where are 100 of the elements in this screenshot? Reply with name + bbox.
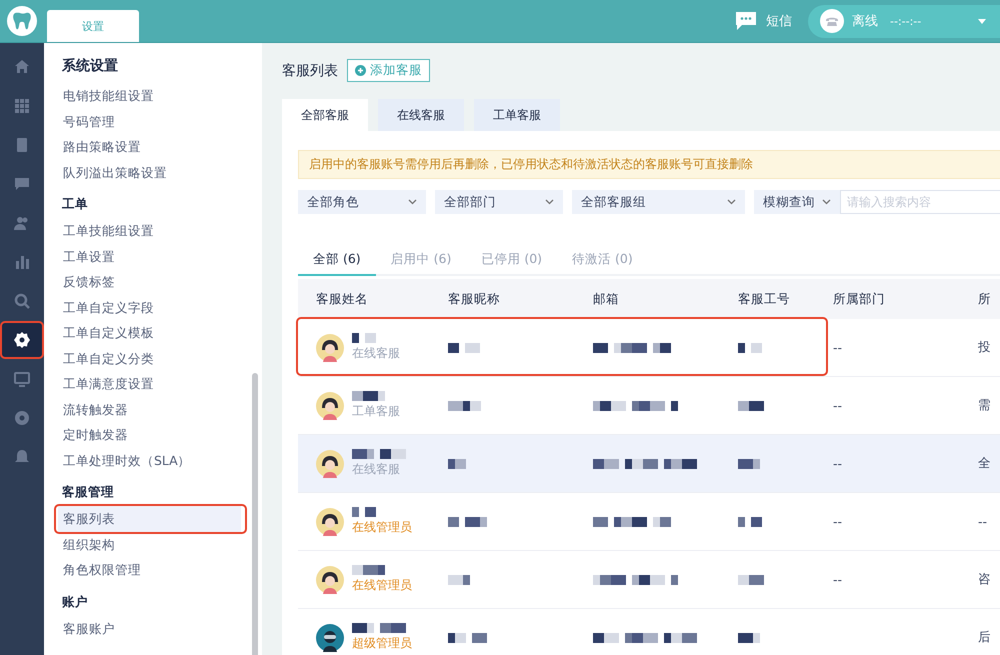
sidebar-item[interactable]: 工单自定义分类 [58,346,241,371]
settings-icon [14,332,30,348]
role-label: 在线客服 [352,345,400,362]
chevron-icon [545,199,554,205]
table-cell: -- [833,572,842,587]
blurred-text [352,623,406,633]
caret-icon [978,18,986,24]
table-row[interactable]: 在线管理员 -- -- [298,493,1000,551]
search-field[interactable]: 请输入搜索内容 [840,190,1000,214]
filter-dropdown[interactable]: 全部部门 [435,190,563,214]
sidebar-item[interactable]: 角色权限管理 [58,557,241,582]
nav-item[interactable] [2,323,42,357]
message-icon[interactable] [736,12,756,30]
sidebar-item[interactable]: 流转触发器 [58,396,241,422]
avatar-icon [316,566,344,594]
sidebar-item[interactable]: 号码管理 [58,108,241,134]
sidebar-item[interactable]: 客服账户 [58,616,241,641]
avatar-icon [316,624,344,652]
blurred-text [738,574,764,584]
table-cell: -- [833,340,842,355]
blurred-text [738,632,760,642]
notice-banner: 启用中的客服账号需停用后再删除，已停用状态和待激活状态的客服账号可直接删除 [298,150,1000,179]
role-label: 在线管理员 [352,577,412,594]
table-row[interactable]: 在线客服 -- 投 [298,319,1000,377]
table-row[interactable]: 在线客服 -- 全 [298,435,1000,493]
chevron-icon [822,199,831,205]
blurred-text [448,458,466,468]
avatar-icon [316,392,344,420]
section-heading: 工单 [62,196,89,213]
role-label: 超级管理员 [352,635,412,652]
column-header: 所 [977,290,992,308]
sidebar-title: 系统设置 [62,57,119,75]
monitor-icon [14,371,30,387]
sidebar-item[interactable]: 工单设置 [58,244,241,269]
table-cell: -- [978,514,988,529]
people-icon [14,215,30,231]
blurred-text [738,516,762,526]
search-icon [14,293,30,309]
blurred-text [738,458,760,468]
status-tab[interactable]: 全部 (6) [298,251,376,276]
section-heading: 客服管理 [62,484,115,501]
filter-dropdown[interactable]: 全部角色 [298,190,426,214]
section-heading: 账户 [62,594,89,610]
chart-icon [14,254,30,270]
avatar-icon [316,334,344,362]
sidebar-item[interactable]: 工单自定义模板 [58,320,241,346]
sidebar-item[interactable]: 工单技能组设置 [58,218,241,244]
table-cell: -- [833,514,842,529]
blurred-text [448,516,487,526]
tab[interactable]: 在线客服 [378,99,464,131]
filter-dropdown[interactable]: 全部客服组 [572,190,745,214]
table-cell: 全 [978,455,991,472]
avatar-icon [316,450,344,478]
blurred-text [448,342,480,352]
bell-icon [14,449,30,465]
role-label: 在线管理员 [352,519,412,536]
plus-icon [355,65,366,76]
avatar-icon [316,508,344,536]
sidebar-item[interactable]: 定时触发器 [58,422,241,448]
column-header: 所属部门 [832,290,886,308]
table-cell: -- [833,398,842,413]
scrollbar[interactable] [252,373,258,655]
role-label: 工单客服 [352,403,400,420]
phone-icon [820,9,844,33]
page-title: 客服列表 [282,62,338,80]
blurred-text [448,400,481,410]
table-cell: -- [833,456,842,471]
table-cell: 咨 [978,571,991,588]
tab[interactable]: 工单客服 [474,99,560,131]
column-header: 客服姓名 [315,290,369,308]
table-cell: 需 [978,397,991,414]
table-row[interactable]: 超级管理员 后 [298,609,1000,655]
blurred-text [352,333,376,343]
table-cell: 投 [978,339,991,356]
column-header: 客服工号 [737,290,791,308]
sidebar-item[interactable]: 工单满意度设置 [58,371,241,396]
sidebar-item[interactable]: 队列溢出策略设置 [58,160,241,185]
grid-icon [14,98,30,114]
column-header: 邮箱 [592,290,620,308]
blurred-text [352,391,385,401]
tooth-logo-icon [7,6,37,36]
sidebar-item[interactable]: 电销技能组设置 [58,83,241,108]
sidebar-item[interactable]: 工单自定义字段 [58,294,241,320]
blurred-text [352,565,385,575]
table-cell: 后 [978,629,991,646]
blurred-text [738,400,764,410]
role-label: 在线客服 [352,461,400,478]
chevron-icon [727,199,736,205]
sidebar-item[interactable]: 工单处理时效（SLA） [58,448,241,473]
tab[interactable]: 全部客服 [282,99,368,131]
search-mode-dropdown[interactable]: 模糊查询 [754,190,840,214]
sidebar-item[interactable]: 组织架构 [58,532,241,557]
column-header: 客服昵称 [447,290,501,308]
table-row[interactable]: 在线管理员 -- 咨 [298,551,1000,609]
blurred-text [738,342,762,352]
disc-icon [14,410,30,426]
blurred-text [352,449,406,459]
sidebar-item[interactable]: 反馈标签 [58,269,241,294]
chat-icon [14,176,30,192]
sidebar-item[interactable]: 路由策略设置 [58,134,241,160]
